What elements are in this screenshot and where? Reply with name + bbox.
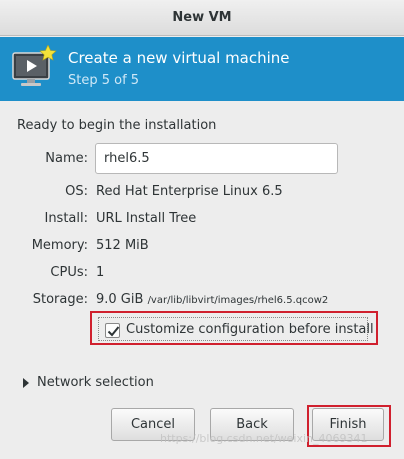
os-value: Red Hat Enterprise Linux 6.5: [96, 184, 283, 199]
install-label: Install:: [44, 211, 88, 226]
os-label: OS:: [65, 184, 88, 199]
storage-value: 9.0 GiB /var/lib/libvirt/images/rhel6.5.…: [96, 292, 328, 307]
ready-heading: Ready to begin the installation: [17, 118, 217, 133]
wizard-content: Ready to begin the installation Name: OS…: [0, 101, 404, 459]
install-value: URL Install Tree: [96, 211, 197, 226]
wizard-step: Step 5 of 5: [68, 73, 140, 88]
memory-label: Memory:: [31, 238, 88, 253]
network-selection-label: Network selection: [37, 375, 154, 390]
expander-arrow-icon: [23, 378, 29, 388]
storage-path: /var/lib/libvirt/images/rhel6.5.qcow2: [147, 295, 329, 306]
vm-name-input[interactable]: [95, 143, 338, 174]
new-vm-dialog: New VM Create a new virtual machine Step…: [0, 0, 404, 459]
name-label: Name:: [45, 151, 88, 166]
memory-value: 512 MiB: [96, 238, 149, 253]
checkmark-icon: [107, 326, 120, 337]
cpus-value: 1: [96, 265, 105, 280]
customize-label: Customize configuration before install: [126, 322, 374, 337]
customize-checkbox-row[interactable]: Customize configuration before install: [98, 317, 374, 341]
wizard-title: Create a new virtual machine: [68, 49, 290, 67]
window-title: New VM: [0, 0, 404, 36]
wizard-header: Create a new virtual machine Step 5 of 5: [0, 37, 404, 101]
customize-checkbox[interactable]: [105, 323, 120, 338]
customize-highlight: Customize configuration before install: [90, 311, 378, 345]
storage-label: Storage:: [32, 292, 88, 307]
cpus-label: CPUs:: [50, 265, 88, 280]
storage-size: 9.0 GiB: [96, 292, 144, 307]
monitor-play-icon: [10, 44, 58, 91]
watermark-text: https://blog.csdn.net/weixin_4069341: [160, 432, 368, 445]
